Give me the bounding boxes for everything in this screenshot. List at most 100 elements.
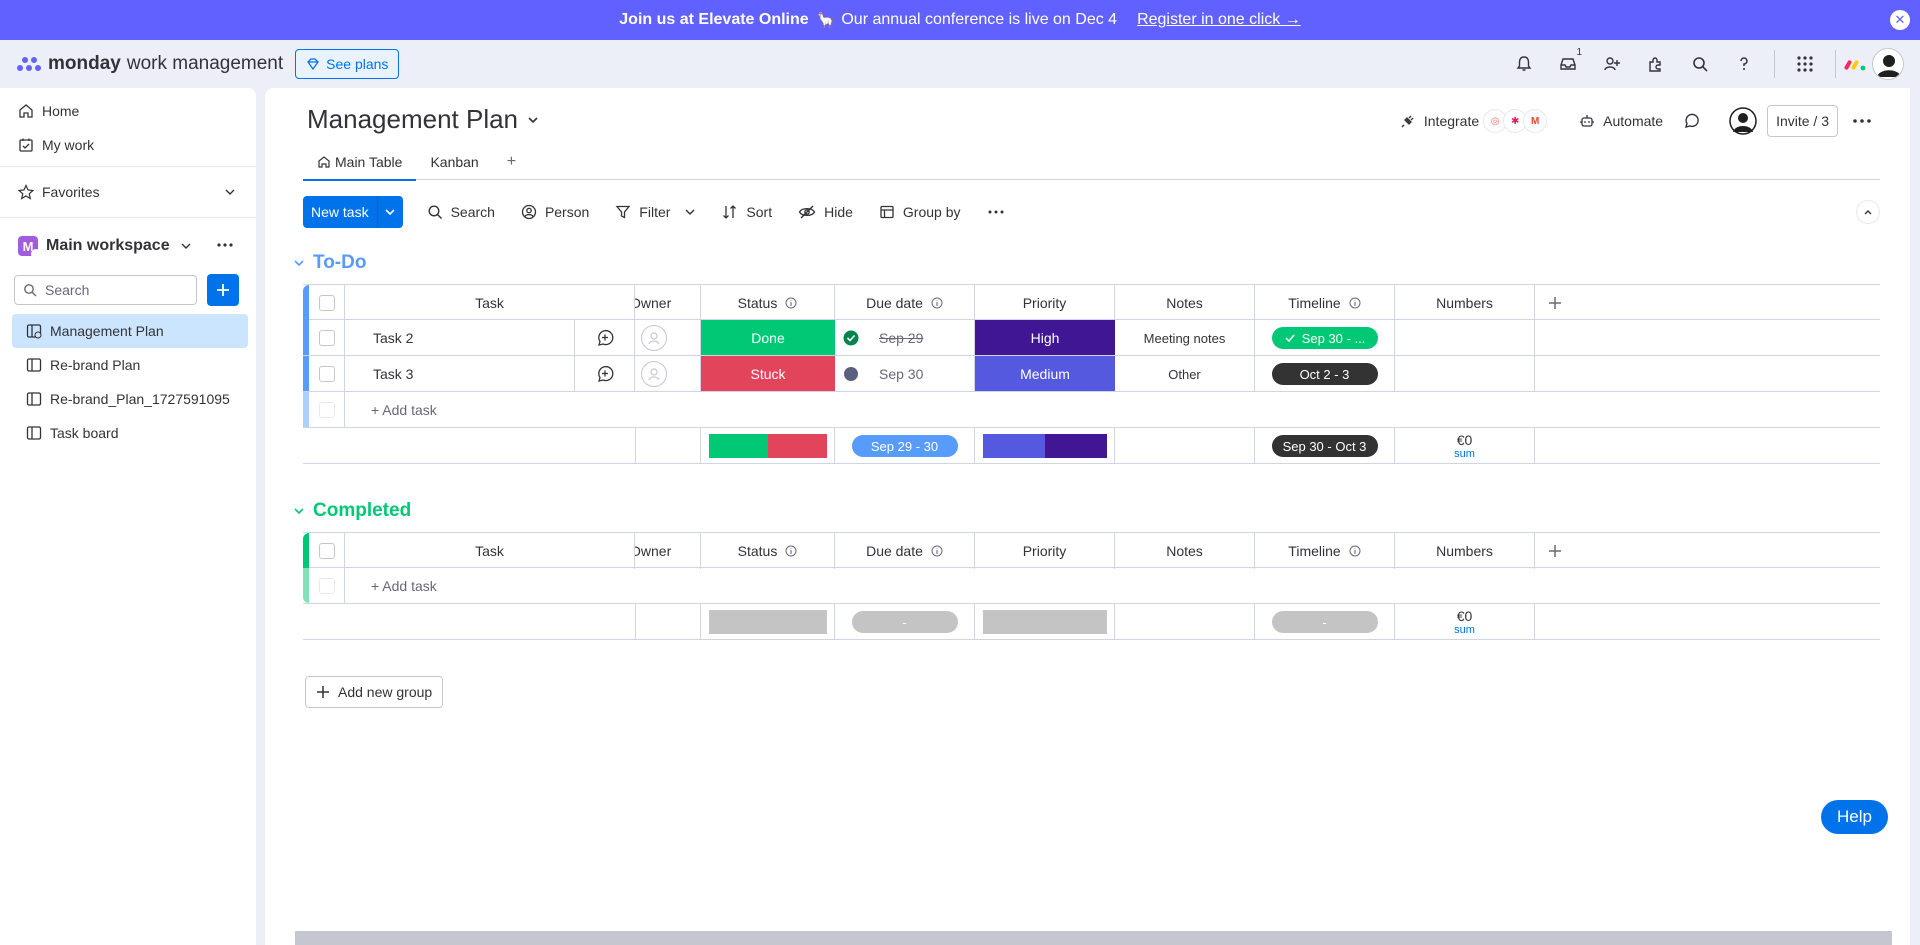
more-toolbar-button[interactable]	[977, 196, 1023, 228]
numbers-cell[interactable]	[1395, 320, 1535, 356]
monday-logo[interactable]: monday work management	[16, 53, 283, 75]
task-name-cell[interactable]: Task 2	[345, 320, 575, 356]
column-header-timeline[interactable]: Timeline	[1255, 285, 1395, 321]
user-avatar[interactable]	[1872, 48, 1904, 80]
info-icon[interactable]	[931, 545, 943, 557]
owner-cell[interactable]	[635, 320, 701, 356]
hide-button[interactable]: Hide	[788, 196, 863, 228]
info-icon[interactable]	[1349, 297, 1361, 309]
help-icon[interactable]	[1722, 40, 1766, 88]
apps-grid-icon[interactable]	[1783, 40, 1827, 88]
integrate-button[interactable]: Integrate ◎ ✱ M	[1390, 106, 1557, 136]
register-link[interactable]: Register in one click →	[1137, 11, 1301, 29]
chevron-down-icon[interactable]	[293, 505, 305, 517]
priority-cell[interactable]: High	[975, 320, 1115, 355]
person-filter-button[interactable]: Person	[511, 196, 599, 228]
add-task-cell[interactable]: + Add task	[345, 392, 1575, 428]
select-all-checkbox[interactable]	[318, 295, 335, 311]
chevron-down-icon[interactable]	[526, 113, 540, 127]
search-button[interactable]: Search	[417, 196, 505, 228]
info-icon[interactable]	[931, 297, 943, 309]
group-title-completed[interactable]: Completed	[293, 500, 411, 522]
due-date-cell[interactable]: Sep 30	[835, 356, 975, 392]
sidebar-search-input[interactable]: Search	[14, 275, 197, 305]
group-by-button[interactable]: Group by	[869, 196, 971, 228]
status-summary[interactable]	[701, 604, 835, 640]
board-member-avatar[interactable]	[1729, 107, 1758, 135]
sidebar-favorites[interactable]: Favorites	[0, 171, 256, 213]
workspace-selector[interactable]: M Main workspace	[0, 222, 256, 270]
see-plans-button[interactable]: See plans	[295, 49, 400, 79]
owner-cell[interactable]	[635, 356, 701, 392]
sidebar-board-task-board[interactable]: Task board	[12, 416, 248, 450]
sidebar-board-re-brand-plan[interactable]: Re-brand Plan	[12, 348, 248, 382]
column-header-due-date[interactable]: Due date	[835, 533, 975, 569]
column-header-numbers[interactable]: Numbers	[1395, 533, 1535, 569]
monday-mini-logo-icon[interactable]	[1844, 54, 1868, 74]
info-icon[interactable]	[785, 545, 797, 557]
timeline-summary[interactable]: -	[1255, 604, 1395, 640]
status-cell[interactable]: Stuck	[701, 356, 835, 391]
add-item-button[interactable]	[207, 274, 239, 306]
numbers-summary[interactable]: €0 sum	[1395, 604, 1535, 640]
horizontal-scrollbar[interactable]	[295, 931, 1892, 945]
due-date-summary[interactable]: Sep 29 - 30	[835, 428, 975, 464]
add-update-cell[interactable]	[575, 320, 635, 356]
row-checkbox[interactable]	[318, 366, 335, 382]
column-header-numbers[interactable]: Numbers	[1395, 285, 1535, 321]
notes-cell[interactable]: Meeting notes	[1115, 320, 1255, 356]
task-name-cell[interactable]: Task 3	[345, 356, 575, 392]
automate-button[interactable]: Automate	[1569, 106, 1673, 136]
invite-member-icon[interactable]	[1590, 40, 1634, 88]
add-new-group-button[interactable]: Add new group	[305, 676, 444, 708]
add-update-cell[interactable]	[575, 356, 635, 392]
close-banner-icon[interactable]: ✕	[1890, 10, 1910, 30]
priority-cell[interactable]: Medium	[975, 356, 1115, 391]
apps-marketplace-icon[interactable]	[1634, 40, 1678, 88]
collapse-header-button[interactable]	[1856, 200, 1880, 224]
more-options-icon[interactable]	[1852, 111, 1872, 131]
row-checkbox[interactable]	[318, 330, 335, 346]
sidebar-item-home[interactable]: Home	[0, 94, 256, 128]
column-header-owner[interactable]: Owner	[635, 285, 701, 321]
column-header-notes[interactable]: Notes	[1115, 533, 1255, 569]
priority-summary[interactable]	[975, 428, 1115, 464]
column-header-task[interactable]: Task	[345, 533, 635, 569]
tab-kanban[interactable]: Kanban	[416, 144, 492, 180]
column-header-priority[interactable]: Priority	[975, 285, 1115, 321]
timeline-cell[interactable]: Sep 30 - ...	[1255, 320, 1395, 356]
column-header-priority[interactable]: Priority	[975, 533, 1115, 569]
chevron-down-icon[interactable]	[293, 257, 305, 269]
info-icon[interactable]	[1349, 545, 1361, 557]
column-header-owner[interactable]: Owner	[635, 533, 701, 569]
new-task-button[interactable]: New task	[303, 196, 403, 228]
table-row[interactable]: Task 2 Done Sep 29 High Meeting notes Se…	[303, 320, 1880, 356]
numbers-cell[interactable]	[1395, 356, 1535, 392]
column-header-task[interactable]: Task	[345, 285, 635, 321]
search-icon[interactable]	[1678, 40, 1722, 88]
add-task-cell[interactable]: + Add task	[345, 568, 1575, 604]
add-task-input[interactable]: + Add task	[371, 402, 437, 418]
add-column-button[interactable]	[1535, 285, 1575, 321]
updates-button[interactable]	[1673, 106, 1719, 136]
help-button[interactable]: Help	[1821, 800, 1888, 834]
due-date-summary[interactable]: -	[835, 604, 975, 640]
table-row[interactable]: Task 3 Stuck Sep 30 Medium Other Oct 2 -…	[303, 356, 1880, 392]
column-header-notes[interactable]: Notes	[1115, 285, 1255, 321]
chevron-down-icon[interactable]	[684, 206, 696, 218]
column-header-status[interactable]: Status	[701, 285, 835, 321]
info-icon[interactable]	[785, 297, 797, 309]
priority-summary[interactable]	[975, 604, 1115, 640]
sidebar-item-my-work[interactable]: My work	[0, 128, 256, 162]
add-view-button[interactable]: +	[493, 144, 530, 180]
select-all-checkbox[interactable]	[318, 543, 335, 559]
numbers-summary[interactable]: €0 sum	[1395, 428, 1535, 464]
group-title-todo[interactable]: To-Do	[293, 252, 366, 274]
board-title[interactable]: Management Plan	[307, 104, 518, 135]
notes-cell[interactable]: Other	[1115, 356, 1255, 392]
column-header-timeline[interactable]: Timeline	[1255, 533, 1395, 569]
add-column-button[interactable]	[1535, 533, 1575, 569]
status-summary[interactable]	[701, 428, 835, 464]
filter-button[interactable]: Filter	[605, 196, 706, 228]
notifications-icon[interactable]	[1502, 40, 1546, 88]
